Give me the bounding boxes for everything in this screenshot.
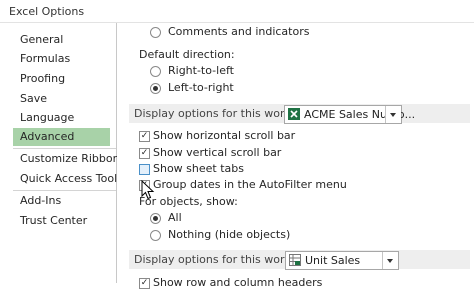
sheet-tabs-checkbox[interactable] — [139, 164, 150, 175]
sidebar-item-general[interactable]: General — [13, 31, 110, 49]
vertical-scroll-label: Show vertical scroll bar — [153, 146, 282, 159]
excel-workbook-icon — [288, 108, 300, 120]
advanced-options-panel: Comments and indicators Default directio… — [117, 23, 474, 289]
sidebar-item-trust-center[interactable]: Trust Center — [13, 212, 110, 230]
sidebar-item-add-ins[interactable]: Add-Ins — [13, 192, 110, 210]
sidebar-divider — [13, 148, 116, 149]
sidebar-item-label: Save — [20, 92, 48, 105]
worksheet-select-value: Unit Sales — [305, 254, 361, 267]
objects-all-label: All — [168, 211, 182, 224]
group-dates-label: Group dates in the AutoFilter menu — [153, 178, 347, 191]
horizontal-scroll-checkbox[interactable]: ✓ — [139, 131, 150, 142]
row-column-headers-checkbox[interactable]: ✓ — [139, 278, 150, 289]
objects-nothing-radio[interactable] — [150, 230, 161, 241]
workbook-select[interactable]: ACME Sales Numb... — [284, 105, 415, 124]
sidebar-item-label: Customize Ribbon — [20, 152, 120, 165]
sidebar-item-save[interactable]: Save — [13, 90, 110, 108]
worksheet-icon — [289, 254, 301, 266]
sidebar-item-label: Proofing — [20, 72, 66, 85]
sidebar-item-label: Language — [20, 111, 75, 124]
window-title: Excel Options — [9, 5, 85, 18]
mouse-pointer-icon — [141, 180, 155, 200]
worksheet-select[interactable]: Unit Sales — [285, 251, 399, 270]
rtl-radio[interactable] — [150, 66, 161, 77]
sidebar-item-label: General — [20, 33, 64, 46]
row-column-headers-label: Show row and column headers — [153, 276, 323, 289]
default-direction-text: Default direction: — [139, 48, 235, 61]
rtl-label: Right-to-left — [168, 64, 234, 77]
sidebar-item-label: Advanced — [20, 130, 75, 143]
sidebar-item-language[interactable]: Language — [13, 109, 110, 127]
objects-all-radio[interactable] — [150, 213, 161, 224]
title-bar: Excel Options — [0, 0, 474, 23]
ltr-label: Left-to-right — [168, 81, 234, 94]
sidebar-item-label: Trust Center — [20, 214, 88, 227]
sidebar-item-advanced[interactable]: Advanced — [13, 128, 110, 146]
vertical-scroll-checkbox[interactable]: ✓ — [139, 148, 150, 159]
objects-nothing-label: Nothing (hide objects) — [168, 228, 291, 241]
sidebar-item-quick-access-toolbar[interactable]: Quick Access Toolbar — [13, 170, 135, 188]
comments-radio[interactable] — [150, 27, 161, 38]
horizontal-scroll-label: Show horizontal scroll bar — [153, 129, 296, 142]
scroll-clip — [117, 23, 474, 26]
sidebar-item-formulas[interactable]: Formulas — [13, 50, 110, 68]
sidebar-divider — [13, 190, 116, 191]
chevron-down-icon[interactable] — [382, 252, 398, 269]
chevron-down-icon[interactable] — [385, 106, 401, 123]
sidebar-item-customize-ribbon[interactable]: Customize Ribbon — [13, 150, 120, 168]
sidebar-item-label: Formulas — [20, 52, 71, 65]
sidebar-item-label: Add-Ins — [20, 194, 62, 207]
options-sidebar: General Formulas Proofing Save Language … — [0, 23, 135, 283]
comments-label: Comments and indicators — [168, 25, 310, 38]
ltr-radio[interactable] — [150, 83, 161, 94]
sidebar-item-proofing[interactable]: Proofing — [13, 70, 110, 88]
sheet-tabs-label: Show sheet tabs — [153, 162, 244, 175]
